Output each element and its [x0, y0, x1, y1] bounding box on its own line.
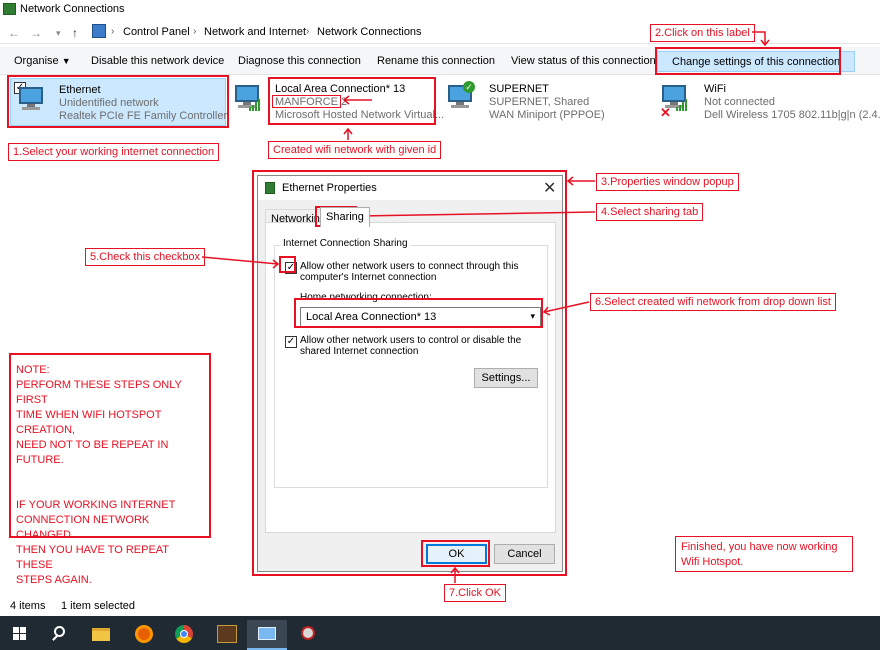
step4-arrow: [356, 211, 596, 221]
item-count: 4 items: [10, 600, 46, 612]
firefox-icon[interactable]: [124, 620, 164, 650]
step5-arrow: [201, 256, 280, 269]
chrome-icon[interactable]: [164, 620, 204, 650]
selected-count: 1 item selected: [61, 600, 135, 612]
step3-arrow: [566, 176, 595, 186]
file-explorer-icon[interactable]: [81, 620, 121, 650]
search-icon[interactable]: [40, 620, 80, 650]
snipping-tool-icon[interactable]: [288, 620, 328, 650]
created-arrow: [343, 127, 353, 140]
status-bar: 4 items 1 item selected: [0, 598, 880, 616]
start-windows-icon[interactable]: [0, 620, 40, 650]
step2-arrow: [752, 31, 770, 47]
annotation-arrows: [201, 31, 770, 583]
taskbar: [0, 616, 880, 650]
tab-sharing[interactable]: Sharing: [320, 207, 370, 227]
step6-arrow: [542, 301, 590, 316]
network-connections-taskbar-icon[interactable]: [247, 620, 287, 650]
step7-arrow: [450, 566, 460, 583]
manforce-arrow: [342, 95, 372, 105]
game-app-icon[interactable]: [207, 620, 247, 650]
